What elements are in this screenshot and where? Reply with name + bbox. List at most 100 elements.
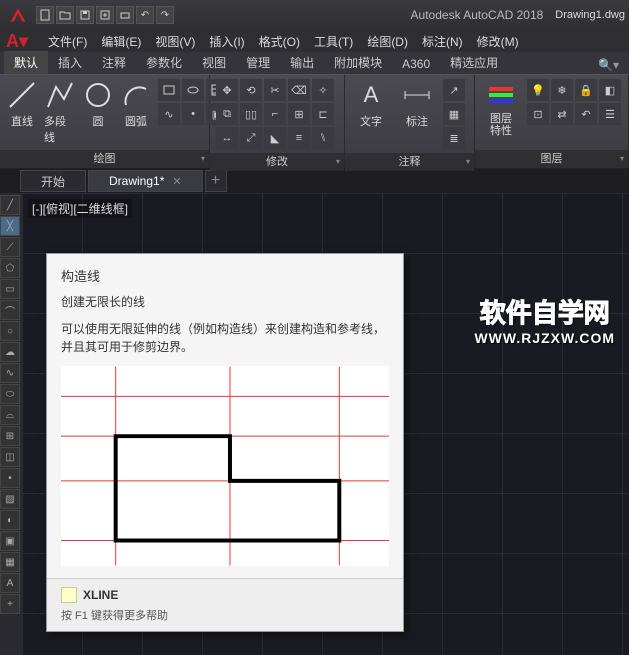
line-button[interactable]: 直线 (6, 79, 38, 129)
point-icon[interactable]: • (182, 103, 204, 125)
rotate-icon[interactable]: ⟲ (240, 79, 262, 101)
offset-icon[interactable]: ⊏ (312, 103, 334, 125)
qat-saveas-icon[interactable] (96, 6, 114, 24)
mtext-icon[interactable]: ≣ (443, 127, 465, 149)
ribbon-tab-a360[interactable]: A360 (392, 54, 440, 74)
menu-view[interactable]: 视图(V) (149, 31, 201, 52)
move-icon[interactable]: ✥ (216, 79, 238, 101)
layer-lock-icon[interactable]: 🔒 (575, 79, 597, 101)
tooltip-command-name: XLINE (83, 588, 118, 602)
ribbon-tab-featured[interactable]: 精选应用 (440, 51, 508, 74)
explode-icon[interactable]: ✧ (312, 79, 334, 101)
tool-block-icon[interactable]: ◫ (0, 447, 20, 467)
tool-line-icon[interactable]: ╱ (0, 195, 20, 215)
layer-color-icon[interactable]: ◧ (599, 79, 621, 101)
drawing-canvas[interactable]: [-][俯视][二维线框] 构造线 创建无限长的线 可以使用无限延伸的线（例如构… (22, 193, 629, 655)
panel-draw-title[interactable]: 绘图 (0, 150, 209, 168)
tool-insert-icon[interactable]: ⊞ (0, 426, 20, 446)
chamfer-icon[interactable]: ◣ (264, 127, 286, 149)
panel-annot-title[interactable]: 注释 (345, 153, 474, 171)
scale-icon[interactable]: ⤢ (240, 127, 262, 149)
fillet-icon[interactable]: ⌐ (264, 103, 286, 125)
ellipse-icon[interactable] (182, 79, 204, 101)
qat-plot-icon[interactable] (116, 6, 134, 24)
add-tab-button[interactable]: + (205, 170, 227, 192)
tooltip-diagram (61, 366, 389, 566)
tool-polyline-icon[interactable]: ⟋ (0, 237, 20, 257)
tool-arc-icon[interactable]: ⌒ (0, 300, 20, 320)
layer-prev-icon[interactable]: ↶ (575, 103, 597, 125)
table-icon[interactable]: ▦ (443, 103, 465, 125)
erase-icon[interactable]: ⌫ (288, 79, 310, 101)
ribbon-search-icon[interactable]: 🔍▾ (592, 56, 625, 74)
layer-match-icon[interactable]: ⇄ (551, 103, 573, 125)
menu-insert[interactable]: 插入(I) (203, 31, 250, 52)
rectangle-icon[interactable] (158, 79, 180, 101)
tool-rectangle-icon[interactable]: ▭ (0, 279, 20, 299)
layer-iso-icon[interactable]: ⊡ (527, 103, 549, 125)
drawing-name: Drawing1.dwg (555, 9, 625, 21)
tab-start-label: 开始 (41, 173, 65, 190)
panel-layer-title[interactable]: 图层 (475, 150, 628, 168)
tool-point-icon[interactable]: • (0, 468, 20, 488)
polyline-button[interactable]: 多段线 (44, 79, 76, 145)
layer-state-icon[interactable]: ☰ (599, 103, 621, 125)
app-menu-button[interactable]: A▾ (6, 31, 40, 52)
text-button[interactable]: A 文字 (351, 79, 391, 129)
ribbon-tab-view[interactable]: 视图 (192, 51, 236, 74)
tool-revcloud-icon[interactable]: ☁ (0, 342, 20, 362)
menu-draw[interactable]: 绘图(D) (361, 31, 414, 52)
arc-button[interactable]: 圆弧 (120, 79, 152, 129)
ribbon-tab-manage[interactable]: 管理 (236, 51, 280, 74)
tool-spline-icon[interactable]: ∿ (0, 363, 20, 383)
menu-dimension[interactable]: 标注(N) (416, 31, 469, 52)
tool-xline-icon[interactable]: ╳ (0, 216, 20, 236)
ribbon-tab-parametric[interactable]: 参数化 (136, 51, 192, 74)
menu-edit[interactable]: 编辑(E) (95, 31, 147, 52)
panel-modify-title[interactable]: 修改 (210, 153, 344, 171)
menu-modify[interactable]: 修改(M) (471, 31, 525, 52)
tool-ellipsearc-icon[interactable]: ⌓ (0, 405, 20, 425)
tab-drawing1[interactable]: Drawing1* ✕ (88, 170, 203, 192)
break-icon[interactable]: ⑊ (312, 127, 334, 149)
circle-button[interactable]: 圆 (82, 79, 114, 129)
tool-hatch-icon[interactable]: ▨ (0, 489, 20, 509)
menu-tools[interactable]: 工具(T) (308, 31, 359, 52)
qat-save-icon[interactable] (76, 6, 94, 24)
array-icon[interactable]: ⊞ (288, 103, 310, 125)
tool-mtext-icon[interactable]: A (0, 573, 20, 593)
copy-icon[interactable]: ⧉ (216, 103, 238, 125)
tool-table-icon[interactable]: ▦ (0, 552, 20, 572)
ribbon-tab-addins[interactable]: 附加模块 (324, 51, 392, 74)
ribbon-tab-annotate[interactable]: 注释 (92, 51, 136, 74)
tooltip-help: 按 F1 键获得更多帮助 (61, 607, 389, 623)
trim-icon[interactable]: ✂ (264, 79, 286, 101)
leader-icon[interactable]: ↗ (443, 79, 465, 101)
dimension-button[interactable]: 标注 (397, 79, 437, 129)
qat-undo-icon[interactable]: ↶ (136, 6, 154, 24)
tool-addsel-icon[interactable]: + (0, 594, 20, 614)
view-label[interactable]: [-][俯视][二维线框] (28, 199, 132, 218)
close-icon[interactable]: ✕ (172, 175, 181, 188)
menu-file[interactable]: 文件(F) (42, 31, 93, 52)
mirror-icon[interactable]: ▯▯ (240, 103, 262, 125)
qat-open-icon[interactable] (56, 6, 74, 24)
stretch-icon[interactable]: ↔ (216, 127, 238, 149)
ribbon-tab-insert[interactable]: 插入 (48, 51, 92, 74)
ribbon-tab-output[interactable]: 输出 (280, 51, 324, 74)
layer-properties-button[interactable]: 图层 特性 (481, 79, 521, 137)
tool-ellipse-icon[interactable]: ⬭ (0, 384, 20, 404)
spline-icon[interactable]: ∿ (158, 103, 180, 125)
qat-new-icon[interactable] (36, 6, 54, 24)
align-icon[interactable]: ≡ (288, 127, 310, 149)
layer-off-icon[interactable]: 💡 (527, 79, 549, 101)
tool-gradient-icon[interactable]: ◐ (0, 510, 20, 530)
menu-format[interactable]: 格式(O) (253, 31, 306, 52)
tab-start[interactable]: 开始 (20, 170, 86, 192)
ribbon-tab-default[interactable]: 默认 (4, 51, 48, 74)
qat-redo-icon[interactable]: ↷ (156, 6, 174, 24)
layer-freeze-icon[interactable]: ❄ (551, 79, 573, 101)
tool-circle-icon[interactable]: ○ (0, 321, 20, 341)
tool-polygon-icon[interactable]: ⬠ (0, 258, 20, 278)
tool-region-icon[interactable]: ▣ (0, 531, 20, 551)
